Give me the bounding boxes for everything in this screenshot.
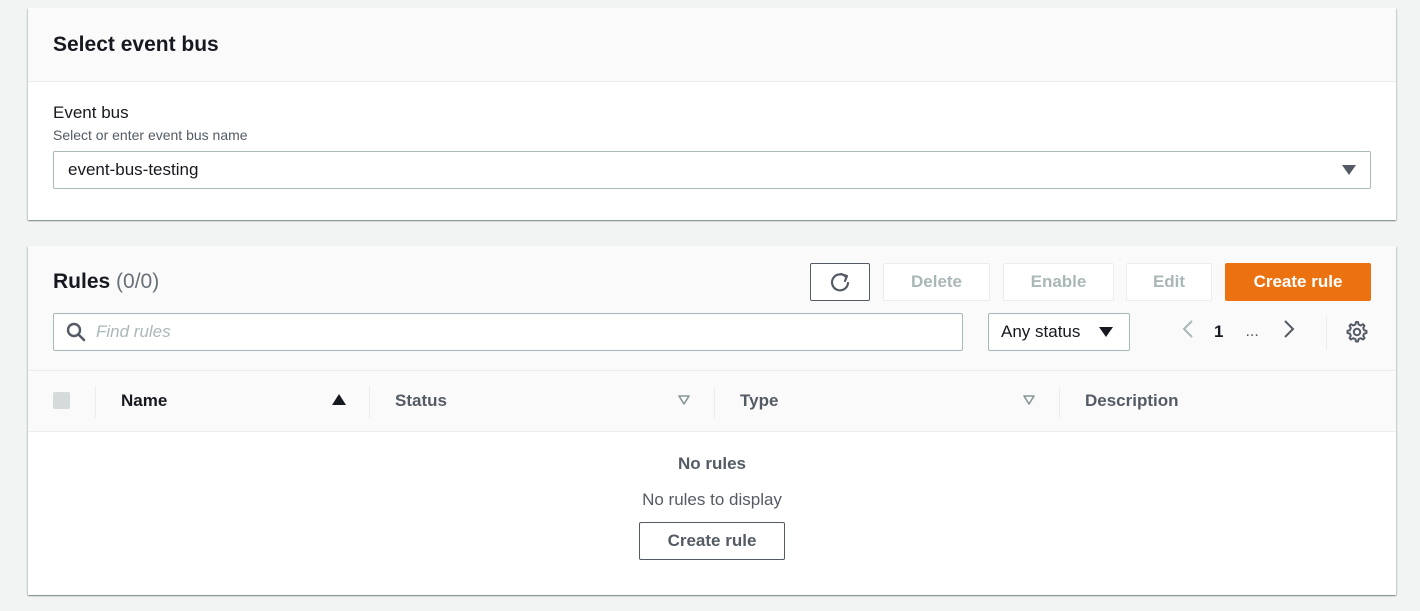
enable-button[interactable]: Enable bbox=[1003, 263, 1114, 301]
column-header-description: Description bbox=[1085, 391, 1179, 410]
status-filter-value: Any status bbox=[1001, 322, 1081, 341]
delete-button[interactable]: Delete bbox=[883, 263, 990, 301]
table-header-row: Name Status Type Description bbox=[28, 370, 1396, 432]
settings-gear-icon[interactable] bbox=[1346, 321, 1368, 343]
pagination-ellipsis: ... bbox=[1245, 323, 1259, 340]
column-header-type[interactable]: Type bbox=[740, 371, 778, 431]
search-icon bbox=[66, 322, 86, 342]
event-bus-select-value: event-bus-testing bbox=[68, 160, 199, 179]
divider bbox=[1326, 316, 1327, 350]
edit-button[interactable]: Edit bbox=[1126, 263, 1212, 301]
column-divider bbox=[714, 386, 715, 418]
column-divider bbox=[1059, 386, 1060, 418]
column-divider bbox=[369, 386, 370, 418]
field-label: Event bus bbox=[53, 103, 129, 122]
caret-down-icon bbox=[1342, 165, 1356, 175]
select-all-checkbox[interactable] bbox=[53, 392, 70, 409]
empty-state-create-rule-button[interactable]: Create rule bbox=[639, 522, 785, 560]
sort-unsorted-icon[interactable] bbox=[678, 394, 690, 406]
rules-header: Rules (0/0) Delete Enable Edit Create ru… bbox=[28, 246, 1396, 370]
next-page-icon[interactable] bbox=[1277, 318, 1301, 347]
previous-page-icon[interactable] bbox=[1176, 318, 1200, 347]
refresh-icon bbox=[830, 272, 850, 292]
panel-title: Select event bus bbox=[53, 32, 219, 56]
refresh-button[interactable] bbox=[810, 263, 870, 301]
panel-header: Select event bus bbox=[28, 8, 1396, 82]
column-divider bbox=[95, 386, 96, 418]
empty-state-description: No rules to display bbox=[642, 490, 782, 509]
sort-unsorted-icon[interactable] bbox=[1023, 394, 1035, 406]
sort-ascending-icon[interactable] bbox=[332, 394, 346, 405]
pagination: 1 ... bbox=[1176, 313, 1301, 351]
column-header-status[interactable]: Status bbox=[395, 371, 447, 431]
empty-state: No rules No rules to display Create rule bbox=[28, 432, 1396, 594]
field-description: Select or enter event bus name bbox=[53, 127, 248, 143]
empty-state-title: No rules bbox=[677, 454, 747, 473]
caret-down-icon bbox=[1099, 327, 1113, 337]
select-event-bus-panel: Select event bus Event bus Select or ent… bbox=[28, 8, 1396, 220]
status-filter-select[interactable]: Any status bbox=[988, 313, 1130, 351]
event-bus-field: Event bus Select or enter event bus name… bbox=[28, 82, 1396, 189]
rules-count: (0/0) bbox=[116, 270, 160, 293]
rules-title: Rules (0/0) bbox=[53, 270, 159, 294]
find-rules-search[interactable] bbox=[53, 313, 963, 351]
rules-panel: Rules (0/0) Delete Enable Edit Create ru… bbox=[28, 246, 1396, 595]
column-header-name[interactable]: Name bbox=[121, 371, 167, 431]
search-input[interactable] bbox=[96, 322, 956, 342]
page-number[interactable]: 1 bbox=[1214, 322, 1223, 342]
rules-title-text: Rules bbox=[53, 270, 111, 293]
create-rule-button[interactable]: Create rule bbox=[1225, 263, 1371, 301]
event-bus-select[interactable]: event-bus-testing bbox=[53, 151, 1371, 189]
